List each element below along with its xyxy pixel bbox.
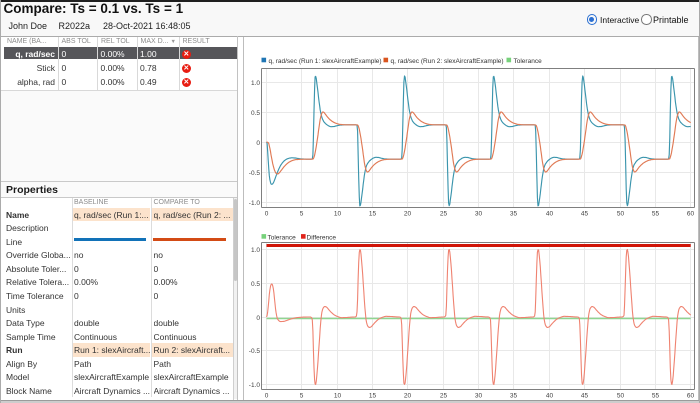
svg-text:5: 5 bbox=[300, 393, 304, 400]
svg-text:60: 60 bbox=[687, 211, 695, 218]
svg-text:25: 25 bbox=[440, 393, 448, 400]
svg-text:50: 50 bbox=[617, 211, 625, 218]
svg-text:45: 45 bbox=[581, 211, 589, 218]
svg-text:10: 10 bbox=[334, 393, 342, 400]
svg-text:1.0: 1.0 bbox=[251, 80, 260, 87]
svg-text:40: 40 bbox=[546, 211, 554, 218]
svg-text:15: 15 bbox=[369, 393, 377, 400]
svg-text:q, rad/sec (Run 2: slexAircraf: q, rad/sec (Run 2: slexAircraftExample) bbox=[391, 58, 504, 65]
svg-text:5: 5 bbox=[300, 211, 304, 218]
svg-text:0: 0 bbox=[256, 140, 260, 147]
svg-text:55: 55 bbox=[652, 211, 660, 218]
svg-text:Tolerance: Tolerance bbox=[514, 58, 543, 65]
svg-text:35: 35 bbox=[510, 211, 518, 218]
svg-text:Tolerance: Tolerance bbox=[268, 234, 297, 241]
svg-text:20: 20 bbox=[404, 211, 412, 218]
svg-text:-0.5: -0.5 bbox=[249, 170, 261, 177]
svg-text:55: 55 bbox=[652, 393, 660, 400]
svg-text:50: 50 bbox=[617, 393, 625, 400]
svg-text:0.5: 0.5 bbox=[251, 281, 260, 288]
svg-text:1.0: 1.0 bbox=[251, 247, 260, 254]
svg-text:0: 0 bbox=[265, 211, 269, 218]
svg-text:20: 20 bbox=[404, 393, 412, 400]
svg-text:q, rad/sec (Run 1: slexAircraf: q, rad/sec (Run 1: slexAircraftExample) bbox=[269, 58, 382, 65]
svg-text:-0.5: -0.5 bbox=[249, 348, 261, 355]
svg-text:25: 25 bbox=[440, 211, 448, 218]
svg-text:30: 30 bbox=[475, 211, 483, 218]
svg-text:Difference: Difference bbox=[307, 234, 337, 241]
svg-text:0: 0 bbox=[256, 315, 260, 322]
svg-text:0.5: 0.5 bbox=[251, 110, 260, 117]
svg-text:-1.0: -1.0 bbox=[249, 200, 261, 207]
svg-text:40: 40 bbox=[546, 393, 554, 400]
svg-text:15: 15 bbox=[369, 211, 377, 218]
svg-text:35: 35 bbox=[510, 393, 518, 400]
svg-text:60: 60 bbox=[687, 393, 695, 400]
svg-text:-1.0: -1.0 bbox=[249, 382, 261, 389]
svg-text:0: 0 bbox=[265, 393, 269, 400]
svg-text:45: 45 bbox=[581, 393, 589, 400]
svg-text:30: 30 bbox=[475, 393, 483, 400]
svg-text:10: 10 bbox=[334, 211, 342, 218]
